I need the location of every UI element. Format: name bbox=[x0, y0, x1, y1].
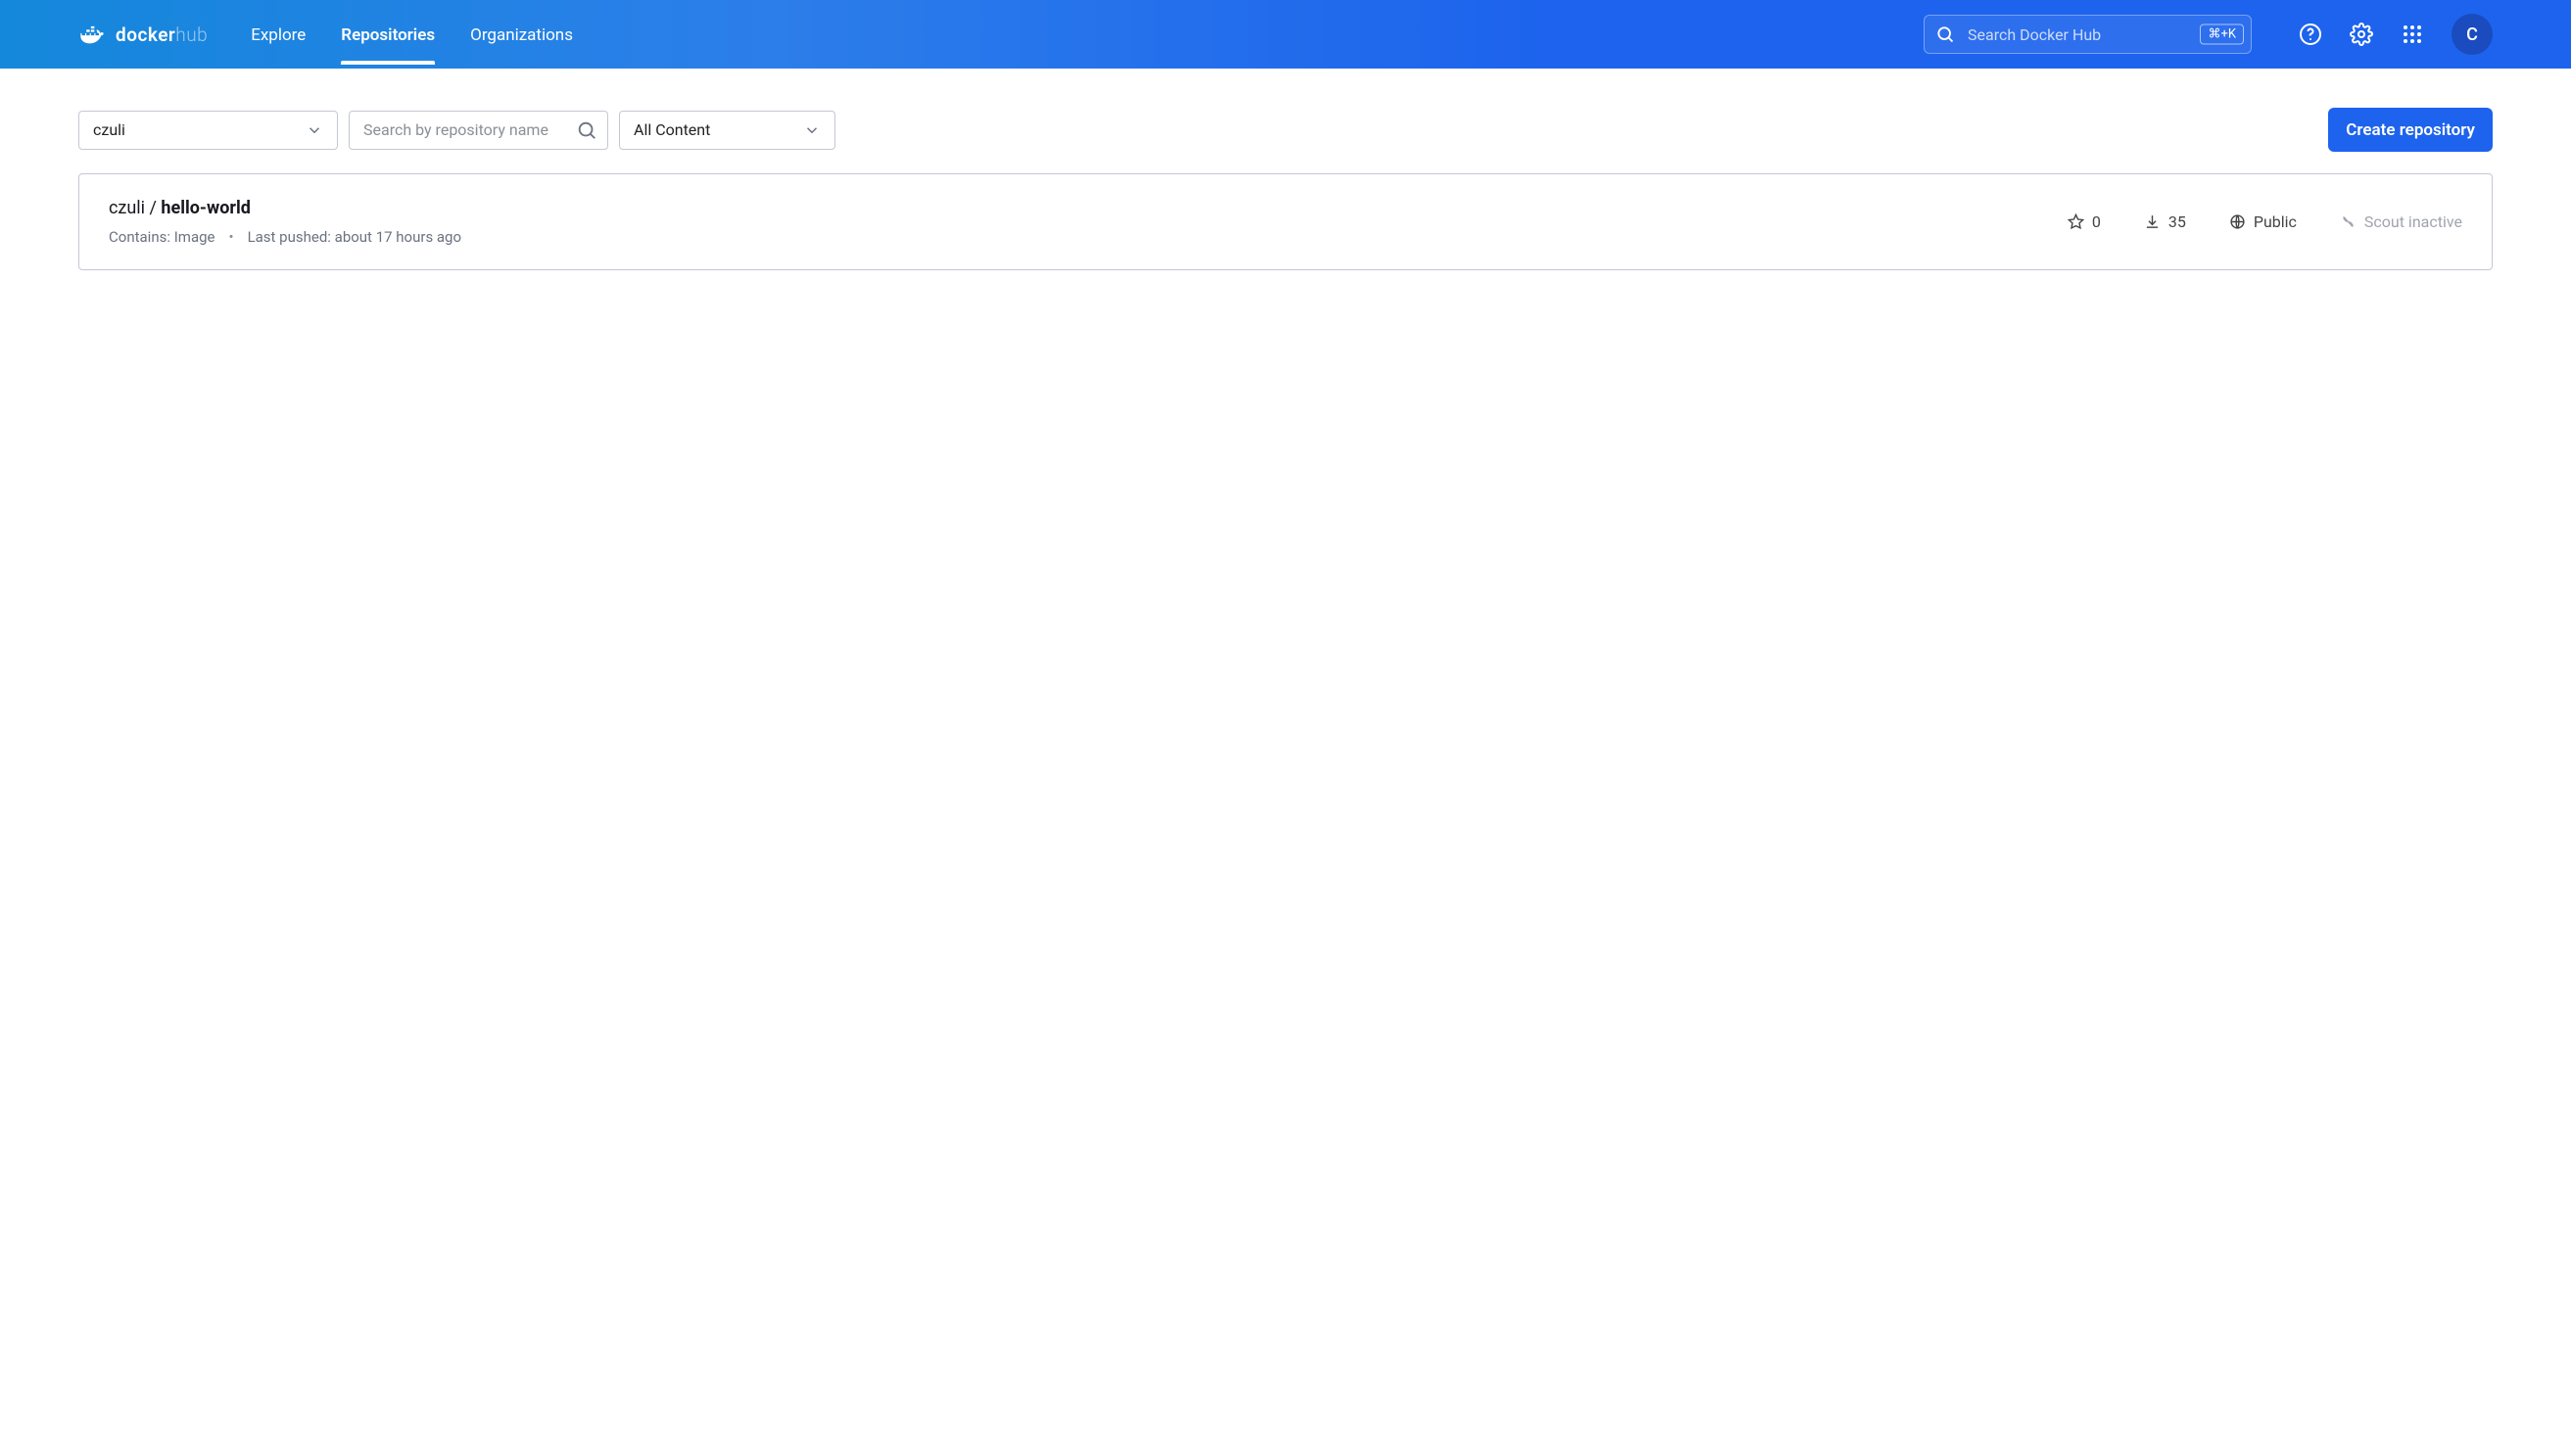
apps-button[interactable] bbox=[2401, 23, 2424, 46]
repo-visibility: Public bbox=[2229, 212, 2297, 231]
search-icon[interactable] bbox=[576, 119, 597, 141]
gear-icon bbox=[2350, 23, 2373, 46]
nav-organizations[interactable]: Organizations bbox=[470, 4, 573, 65]
repo-title: czuli / hello-world bbox=[109, 198, 2068, 218]
search-icon bbox=[1935, 24, 1955, 44]
repo-scout-status: Scout inactive bbox=[2340, 212, 2462, 231]
repo-search-wrap bbox=[349, 111, 608, 150]
settings-button[interactable] bbox=[2350, 23, 2373, 46]
repo-subtitle: Contains: Image • Last pushed: about 17 … bbox=[109, 228, 2068, 246]
repo-owner: czuli bbox=[109, 198, 145, 218]
scout-inactive-icon bbox=[2340, 213, 2357, 230]
repo-search-input[interactable] bbox=[363, 120, 576, 139]
repo-list: czuli / hello-world Contains: Image • La… bbox=[78, 173, 2493, 270]
repositories-page: czuli All Content Create repository czul… bbox=[0, 69, 2571, 309]
download-icon bbox=[2144, 213, 2161, 230]
create-repository-button[interactable]: Create repository bbox=[2328, 108, 2493, 152]
docker-whale-icon bbox=[78, 21, 106, 48]
repo-toolbar: czuli All Content Create repository bbox=[78, 108, 2493, 152]
repo-stars: 0 bbox=[2068, 212, 2101, 231]
help-icon bbox=[2299, 23, 2322, 46]
repo-card-main: czuli / hello-world Contains: Image • La… bbox=[109, 198, 2068, 246]
namespace-value: czuli bbox=[93, 120, 125, 139]
repo-name: hello-world bbox=[161, 198, 250, 218]
namespace-select[interactable]: czuli bbox=[78, 111, 338, 150]
account-avatar[interactable]: C bbox=[2452, 14, 2493, 55]
apps-grid-icon bbox=[2401, 23, 2424, 46]
logo-text: dockerhub bbox=[116, 23, 208, 46]
globe-icon bbox=[2229, 213, 2246, 230]
primary-nav: Explore Repositories Organizations bbox=[251, 4, 573, 65]
content-filter-select[interactable]: All Content bbox=[619, 111, 835, 150]
star-icon bbox=[2068, 213, 2084, 230]
global-search-wrap: ⌘+K bbox=[1924, 15, 2252, 54]
chevron-down-icon bbox=[306, 121, 323, 139]
main-header: dockerhub Explore Repositories Organizat… bbox=[0, 0, 2571, 69]
repo-card[interactable]: czuli / hello-world Contains: Image • La… bbox=[78, 173, 2493, 270]
docker-hub-logo[interactable]: dockerhub bbox=[78, 21, 208, 48]
nav-repositories[interactable]: Repositories bbox=[341, 4, 435, 65]
search-shortcut-badge: ⌘+K bbox=[2200, 24, 2244, 45]
repo-stats: 0 35 Public Scout inactive bbox=[2068, 212, 2462, 231]
content-filter-value: All Content bbox=[634, 120, 710, 139]
repo-pulls: 35 bbox=[2144, 212, 2186, 231]
nav-explore[interactable]: Explore bbox=[251, 4, 306, 65]
chevron-down-icon bbox=[803, 121, 821, 139]
help-button[interactable] bbox=[2299, 23, 2322, 46]
